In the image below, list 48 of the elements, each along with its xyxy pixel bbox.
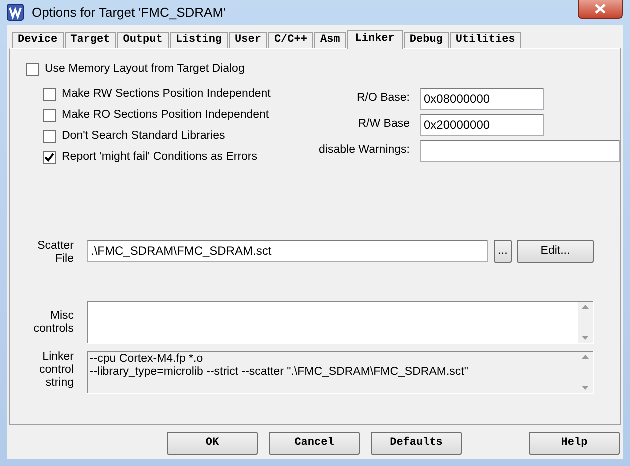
text-line: --library_type=microlib --strict --scatter ".\FMC_SDRAM\FMC_SDRAM.sct": [90, 366, 470, 379]
dialog-button[interactable]: OK: [167, 432, 258, 455]
tab[interactable]: Device: [12, 32, 64, 48]
checkbox-label: Report 'might fail' Conditions as Errors: [62, 150, 258, 165]
scroll-down-icon[interactable]: [582, 336, 589, 340]
checkbox[interactable]: [43, 88, 56, 101]
field-label: Linker control string: [38, 351, 74, 391]
tab[interactable]: Linker: [347, 30, 403, 49]
input-field[interactable]: 0x08000000: [420, 88, 544, 110]
app-icon: [7, 4, 24, 21]
field-label: disable Warnings:: [318, 143, 410, 158]
dialog-button[interactable]: Defaults: [371, 432, 462, 455]
checkbox[interactable]: [26, 63, 39, 76]
tab[interactable]: Target: [64, 32, 116, 48]
field-label: Scatter File: [36, 240, 74, 266]
edit-button[interactable]: Edit...: [517, 240, 594, 263]
tab[interactable]: Output: [117, 32, 169, 48]
scroll-up-icon[interactable]: [582, 305, 589, 309]
text-line: --cpu Cortex-M4.fp *.o: [90, 353, 204, 366]
tab[interactable]: Listing: [170, 32, 228, 48]
checkbox-label: Use Memory Layout from Target Dialog: [45, 62, 245, 77]
checkbox-label: Don't Search Standard Libraries: [62, 128, 226, 144]
field-label: R/W Base: [357, 117, 410, 132]
checkbox[interactable]: [43, 151, 56, 164]
checkbox[interactable]: [43, 109, 56, 122]
input-field[interactable]: .\FMC_SDRAM\FMC_SDRAM.sct: [87, 240, 488, 262]
tab[interactable]: Debug: [404, 32, 449, 48]
tab[interactable]: Utilities: [450, 32, 522, 48]
checkbox[interactable]: [43, 130, 56, 143]
tab[interactable]: C/C++: [268, 32, 314, 48]
scroll-down-icon[interactable]: [582, 386, 589, 390]
close-icon: [595, 4, 606, 14]
dialog-button[interactable]: Cancel: [269, 432, 360, 455]
close-button[interactable]: [578, 0, 623, 19]
text-area[interactable]: [87, 301, 594, 344]
scrollbar[interactable]: [578, 302, 593, 343]
field-label: R/O Base:: [356, 91, 410, 106]
dialog-button[interactable]: Help: [529, 432, 620, 455]
input-field[interactable]: [420, 140, 620, 162]
window-title: Options for Target 'FMC_SDRAM': [32, 4, 226, 22]
checkbox-label: Make RO Sections Position Independent: [62, 108, 270, 123]
tab[interactable]: User: [229, 32, 268, 48]
input-field[interactable]: 0x20000000: [420, 114, 544, 136]
tab[interactable]: Asm: [314, 32, 346, 48]
scroll-up-icon[interactable]: [582, 355, 589, 359]
browse-button[interactable]: ...: [494, 240, 512, 263]
field-label: Misc controls: [32, 309, 74, 337]
checkbox-label: Make RW Sections Position Independent: [62, 86, 271, 102]
